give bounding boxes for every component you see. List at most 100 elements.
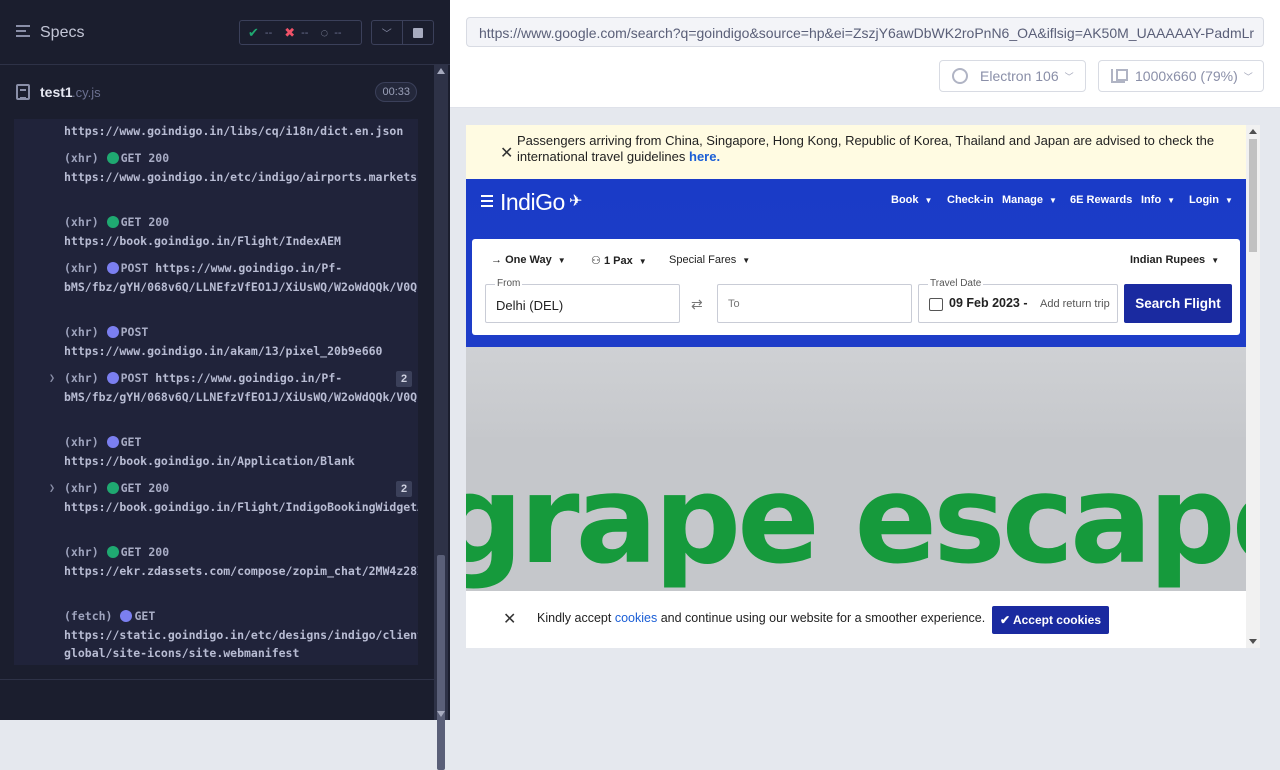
log-entry[interactable]: (xhr) POST https://www.goindigo.in/Pf-bMS…	[64, 259, 417, 296]
date-label: Travel Date	[928, 278, 984, 289]
chevron-right-icon[interactable]: ❯	[49, 480, 55, 499]
chevron-right-icon[interactable]: ❯	[49, 370, 55, 389]
scroll-thumb[interactable]	[437, 555, 445, 770]
banner-link[interactable]: here.	[689, 149, 720, 164]
trip-type-select[interactable]: → One Way ▼	[491, 254, 566, 266]
search-flight-button[interactable]: Search Flight	[1124, 284, 1232, 323]
close-icon[interactable]: ✕	[500, 143, 513, 163]
log-method: GET	[134, 609, 156, 623]
browser-label: Electron 106	[980, 68, 1059, 84]
url-bar[interactable]: https://www.google.com/search?q=goindigo…	[466, 17, 1264, 47]
log-method: GET	[120, 435, 142, 449]
scroll-down-icon[interactable]	[437, 711, 445, 717]
specs-menu-icon[interactable]	[16, 25, 32, 39]
log-url: https://www.goindigo.in/etc/indigo/airpo…	[64, 169, 418, 184]
banner-message: Passengers arriving from China, Singapor…	[517, 133, 1215, 164]
spec-row[interactable]: test1 .cy.js 00:33	[16, 78, 417, 106]
pending-spinner-icon: ◌	[320, 25, 329, 40]
scroll-down-icon[interactable]	[1249, 639, 1257, 644]
status-dot-icon	[106, 152, 119, 164]
failed-count: --	[301, 26, 309, 39]
nav-book[interactable]: Book ▼	[891, 194, 932, 206]
failed-x-icon: ✖	[284, 24, 296, 40]
from-label: From	[495, 278, 523, 289]
logo[interactable]: IndiGo	[500, 189, 565, 216]
cookie-text-before: Kindly accept	[537, 611, 612, 625]
divider	[0, 679, 434, 680]
close-icon[interactable]: ✕	[503, 609, 516, 629]
chevron-down-icon: ▼	[1048, 196, 1057, 205]
aut-header: https://www.google.com/search?q=goindigo…	[450, 0, 1280, 108]
log-entry[interactable]: (xhr) GET 200 https://book.goindigo.in/Fl…	[64, 479, 418, 516]
add-return-trip[interactable]: Add return trip	[1040, 298, 1110, 310]
nav-rewards[interactable]: 6E Rewards	[1070, 194, 1132, 206]
scroll-thumb[interactable]	[1249, 139, 1257, 252]
log-url: https://book.goindigo.in/Application/Bla…	[64, 453, 355, 468]
chevron-down-icon: ﹀	[1243, 71, 1253, 82]
hero-text: grape escape	[466, 449, 1260, 591]
travel-date-field[interactable]: Travel Date 09 Feb 2023 - Add return tri…	[918, 278, 1118, 323]
hamburger-icon[interactable]	[481, 195, 493, 210]
from-value: Delhi (DEL)	[496, 298, 564, 313]
log-scrollbar[interactable]	[434, 65, 448, 770]
nav-label: Book	[891, 194, 919, 206]
cookie-bar: ✕ Kindly accept cookies and continue usi…	[466, 591, 1246, 648]
cookie-link[interactable]: cookies	[615, 611, 657, 625]
hero-image: grape escape	[466, 347, 1260, 591]
stop-icon	[412, 27, 423, 38]
date-value: 09 Feb 2023 -	[949, 296, 1028, 310]
log-entry[interactable]: (fetch) GET https://static.goindigo.in/et…	[64, 607, 418, 663]
scroll-up-icon[interactable]	[1249, 129, 1257, 134]
nav-label: Check-in	[947, 194, 994, 206]
fares-select[interactable]: Special Fares ▼	[669, 254, 750, 266]
nav-label: Login	[1189, 194, 1219, 206]
log-entry[interactable]: (xhr) GET 200 https://www.goindigo.in/etc…	[64, 149, 418, 186]
check-icon: ✔	[1000, 613, 1011, 627]
to-placeholder: To	[728, 298, 740, 310]
nav-manage[interactable]: Manage ▼	[1002, 194, 1057, 206]
swap-icon[interactable]: ⇄	[691, 296, 703, 313]
log-url: https://www.goindigo.in/akam/13/pixel_20…	[64, 343, 383, 358]
pax-select[interactable]: ⚇ 1 Pax ▼	[591, 254, 647, 267]
accept-cookies-button[interactable]: ✔ Accept cookies	[992, 606, 1109, 634]
browser-icon	[952, 68, 968, 84]
log-entry[interactable]: (xhr) GET https://book.goindigo.in/Applic…	[64, 433, 414, 470]
chevron-down-icon: ▼	[1167, 196, 1176, 205]
nav-info[interactable]: Info ▼	[1141, 194, 1175, 206]
caret-down-icon: ▼	[1211, 256, 1220, 265]
log-count-badge: 2	[396, 371, 412, 387]
chevron-down-icon[interactable]: ﹀	[372, 21, 403, 44]
log-entry[interactable]: (xhr) POST https://www.goindigo.in/akam/1…	[64, 323, 414, 360]
fares-value: Special Fares	[669, 254, 737, 266]
stop-button[interactable]	[403, 21, 433, 44]
spec-name: test1	[40, 84, 73, 100]
from-field[interactable]: From Delhi (DEL)	[485, 278, 680, 323]
scroll-up-icon[interactable]	[437, 68, 445, 74]
caret-down-icon: ▼	[557, 256, 566, 265]
log-type: (fetch)	[64, 609, 113, 623]
log-type: (xhr)	[64, 435, 99, 449]
app-scrollbar[interactable]	[1246, 125, 1260, 648]
log-entry[interactable]: (xhr) POST https://www.goindigo.in/Pf-bMS…	[64, 369, 417, 406]
stats-bar: ✔ -- ✖ -- ◌ --	[239, 20, 362, 45]
to-field[interactable]: To	[717, 284, 912, 323]
browser-selector[interactable]: Electron 106 ﹀	[939, 60, 1086, 92]
booking-widget: → One Way ▼ ⚇ 1 Pax ▼ Special Fares ▼ India…	[472, 239, 1240, 335]
nav-check-in[interactable]: Check-in	[947, 194, 993, 206]
status-dot-icon	[106, 482, 119, 494]
log-entry[interactable]: https://www.goindigo.in/libs/cq/i18n/dic…	[64, 122, 414, 141]
log-method: GET	[120, 545, 142, 559]
log-url: https://www.goindigo.in/libs/cq/i18n/dic…	[64, 124, 404, 138]
log-method: POST	[120, 325, 149, 339]
viewport-info[interactable]: 1000x660 (79%) ﹀	[1098, 60, 1264, 92]
travel-banner: ✕ Passengers arriving from China, Singap…	[466, 125, 1246, 179]
spec-duration: 00:33	[375, 82, 417, 102]
log-type: (xhr)	[64, 325, 99, 339]
status-dot-icon	[120, 610, 133, 622]
currency-select[interactable]: Indian Rupees ▼	[1130, 254, 1219, 266]
log-entry[interactable]: (xhr) GET 200 https://book.goindigo.in/Fl…	[64, 213, 414, 250]
file-icon	[16, 84, 30, 100]
log-entry[interactable]: (xhr) GET 200 https://ekr.zdassets.com/co…	[64, 543, 418, 580]
nav-label: 6E Rewards	[1070, 194, 1133, 206]
nav-login[interactable]: Login ▼	[1189, 194, 1233, 206]
